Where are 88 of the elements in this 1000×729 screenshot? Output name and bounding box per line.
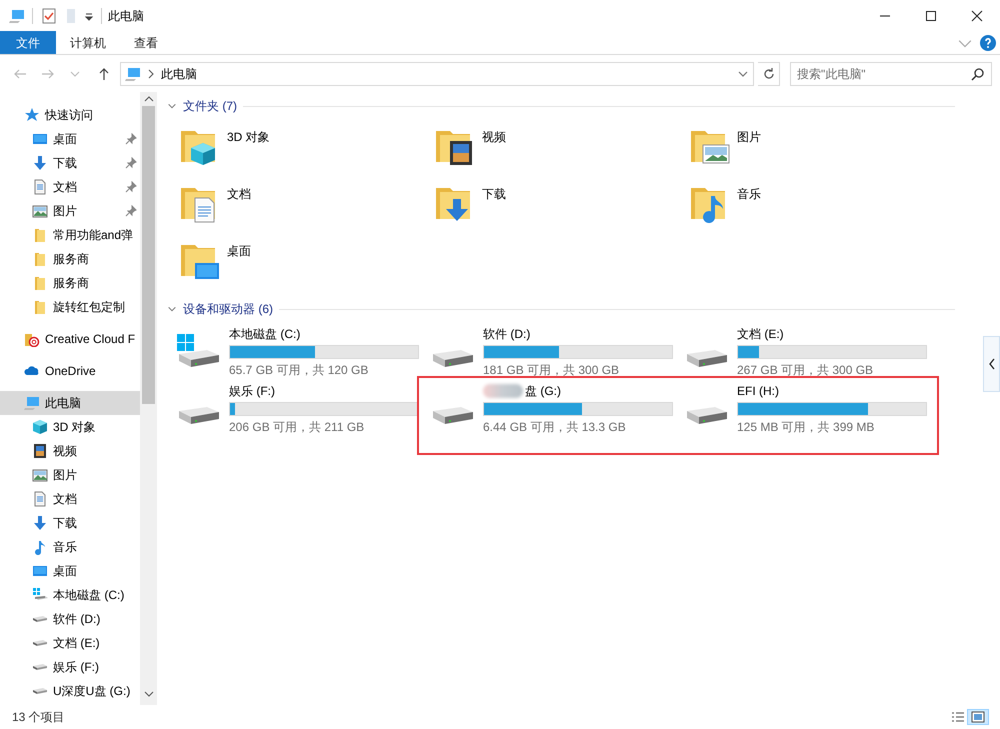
picture-icon — [32, 467, 48, 483]
drive-name[interactable]: 文档 (E:) — [737, 324, 784, 342]
ribbon-tab[interactable]: 查看 — [120, 31, 172, 54]
sidebar-item[interactable]: U深度U盘 (G:) — [0, 679, 140, 703]
down-arrow-icon — [32, 155, 48, 171]
sidebar-item[interactable]: 桌面 — [0, 127, 140, 151]
sidebar-item[interactable]: OneDrive — [0, 359, 140, 383]
tiles-view-button[interactable] — [968, 710, 988, 724]
sidebar-item[interactable]: 图片 — [0, 463, 140, 487]
free-space-text: 181 GB 可用，共 300 GB — [483, 362, 620, 378]
search-field[interactable]: 搜索"此电脑" — [790, 62, 992, 86]
sidebar-item[interactable]: 下载 — [0, 511, 140, 535]
sidebar-item[interactable]: 3D 对象 — [0, 415, 140, 439]
scroll-up-icon[interactable] — [144, 94, 154, 104]
scroll-down-icon[interactable] — [144, 689, 154, 699]
chevron-down-icon[interactable] — [167, 304, 177, 314]
cube-icon — [32, 419, 48, 435]
sidebar-item[interactable]: 下载 — [0, 151, 140, 175]
chevron-left-icon[interactable] — [988, 358, 996, 370]
tiles-icon[interactable] — [971, 711, 985, 723]
ribbon-tab[interactable]: 文件 — [0, 31, 56, 54]
folder-name[interactable]: 图片 — [737, 125, 761, 146]
sidebar-item[interactable]: 服务商 — [0, 271, 140, 295]
free-space-text: 65.7 GB 可用，共 120 GB — [229, 362, 370, 378]
drive-icon — [32, 615, 48, 623]
monitor-icon — [32, 563, 48, 579]
drive-icon — [32, 639, 48, 647]
sidebar-item[interactable]: 文档 — [0, 175, 140, 199]
drive-icon — [32, 587, 48, 603]
close-icon[interactable] — [969, 8, 985, 24]
sidebar-item[interactable]: 本地磁盘 (C:) — [0, 583, 140, 607]
sidebar-item[interactable]: 音乐 — [0, 535, 140, 559]
ribbon-tab[interactable]: 计算机 — [56, 31, 120, 54]
folder-name[interactable]: 文档 — [227, 182, 251, 203]
help-icon[interactable] — [980, 34, 996, 50]
sidebar-item[interactable]: 软件 (D:) — [0, 607, 140, 631]
sidebar-item[interactable]: 旋转红包定制 — [0, 295, 140, 319]
item-count: 13 个项目 — [12, 709, 65, 726]
computer-icon — [24, 395, 40, 411]
properties-icon[interactable] — [41, 8, 57, 24]
sidebar-item[interactable]: 服务商 — [0, 247, 140, 271]
window-title: 此电脑 — [108, 8, 144, 24]
section-title: 文件夹 (7) — [183, 98, 237, 115]
document-icon — [32, 179, 48, 195]
refresh-button[interactable] — [758, 62, 780, 86]
picture-icon — [32, 203, 48, 219]
sidebar-item[interactable]: 快速访问 — [0, 103, 140, 127]
chevron-right-icon[interactable] — [147, 68, 155, 78]
search-icon[interactable] — [971, 66, 985, 80]
computer-icon — [8, 8, 26, 24]
free-space-text: 267 GB 可用，共 300 GB — [737, 362, 874, 378]
folder-name[interactable]: 3D 对象 — [227, 125, 270, 146]
folder-name[interactable]: 桌面 — [227, 239, 251, 260]
address-path[interactable]: 此电脑 — [161, 64, 197, 82]
drive-name[interactable]: 本地磁盘 (C:) — [229, 324, 300, 342]
sidebar-item[interactable]: 文档 — [0, 487, 140, 511]
sidebar-item[interactable]: 视频 — [0, 439, 140, 463]
film-icon — [32, 443, 48, 459]
document-icon — [32, 491, 48, 507]
drive-name[interactable]: 娱乐 (F:) — [229, 382, 275, 400]
drive-icon — [32, 687, 48, 695]
refresh-icon[interactable] — [762, 66, 776, 80]
folder-name[interactable]: 视频 — [482, 125, 506, 146]
sidebar-item[interactable]: 图片 — [0, 199, 140, 223]
section-title: 设备和驱动器 (6) — [183, 301, 273, 318]
sidebar-item[interactable]: 文档 (E:) — [0, 631, 140, 655]
sidebar-item[interactable]: Creative Cloud F — [0, 327, 140, 351]
drive-name[interactable]: EFI (H:) — [737, 382, 779, 400]
list-icon[interactable] — [951, 711, 965, 723]
sidebar-item[interactable]: 桌面 — [0, 559, 140, 583]
free-space-text: 125 MB 可用，共 399 MB — [737, 418, 876, 436]
down-arrow-icon — [32, 515, 48, 531]
folder-name[interactable]: 下载 — [482, 182, 506, 203]
monitor-icon — [32, 131, 48, 147]
drive-icon — [32, 663, 48, 671]
drive-name[interactable]: 盘 (G:) — [525, 382, 561, 400]
free-space-text: 6.44 GB 可用，共 13.3 GB — [483, 418, 627, 436]
computer-icon — [125, 66, 141, 82]
address-field[interactable]: 此电脑 — [120, 62, 754, 86]
sidebar-item[interactable]: 此电脑 — [0, 391, 140, 415]
scrollbar-thumb[interactable] — [142, 106, 155, 404]
folder-name[interactable]: 音乐 — [737, 182, 761, 203]
sidebar-item[interactable]: 娱乐 (F:) — [0, 655, 140, 679]
sidebar-item[interactable]: 常用功能and弹 — [0, 223, 140, 247]
drive-name[interactable]: 软件 (D:) — [483, 324, 530, 342]
star-icon — [24, 107, 40, 123]
free-space-text: 206 GB 可用，共 211 GB — [229, 418, 366, 436]
chevron-down-icon[interactable] — [167, 101, 177, 111]
